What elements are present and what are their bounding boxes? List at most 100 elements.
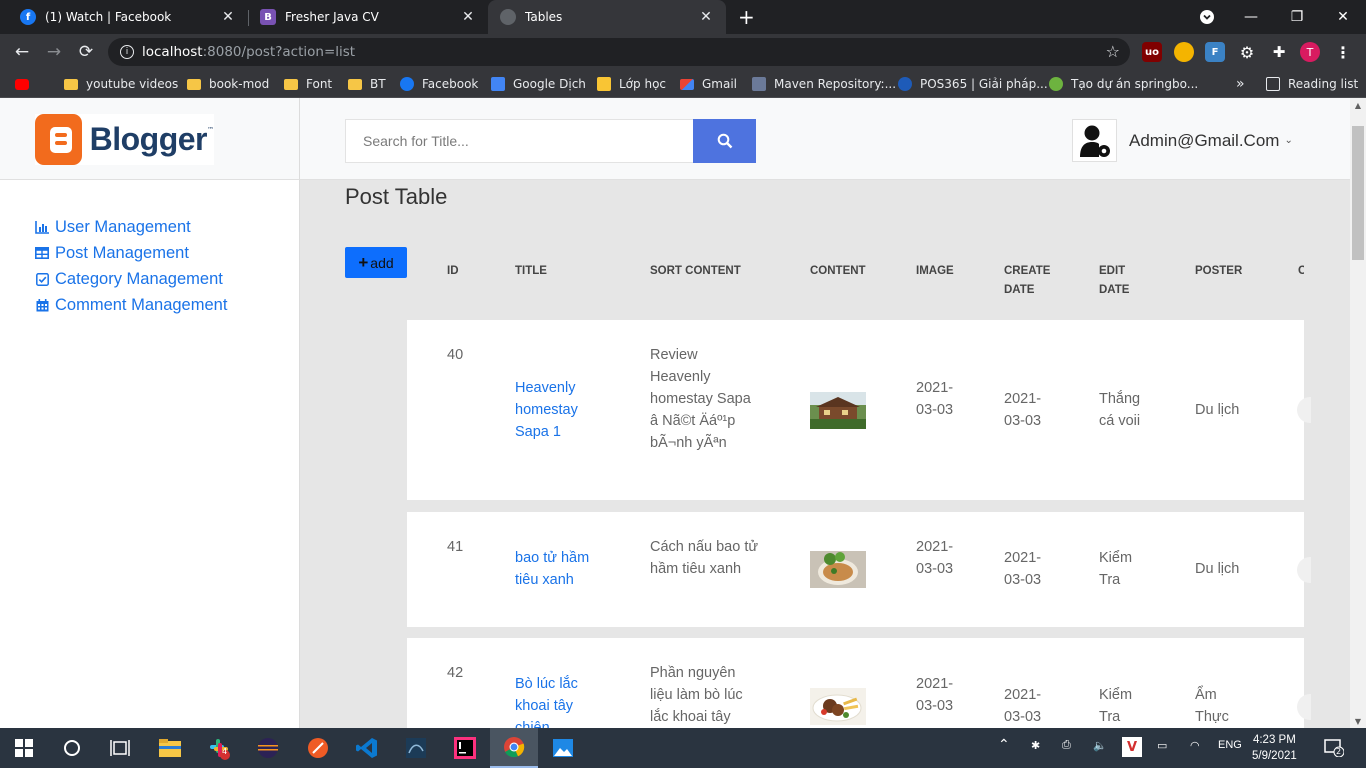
- homestay-thumbnail: [810, 392, 866, 429]
- cell-edit-date: 2021-03-03: [1004, 687, 1042, 725]
- windows-taskbar: 4 ⌃ ✱ ⎙ 🔈 V ▭ ◠ ENG 4:23 PM 5/9/2021 2: [0, 728, 1366, 768]
- volume-icon[interactable]: 🔈: [1093, 739, 1107, 752]
- back-button[interactable]: ←: [11, 41, 33, 63]
- bookmark-pos365[interactable]: POS365 | Giải pháp...: [898, 75, 1048, 93]
- meet-now-icon[interactable]: ⎙: [1062, 739, 1071, 752]
- bookmark-folder[interactable]: Font: [284, 75, 332, 93]
- new-tab-button[interactable]: +: [738, 5, 755, 29]
- wifi-icon[interactable]: ◠: [1190, 739, 1200, 752]
- sidebar-item-label: Category Management: [55, 269, 223, 288]
- address-bar[interactable]: i localhost:8080/post?action=list ☆: [108, 38, 1130, 66]
- intellij-icon[interactable]: [453, 736, 477, 760]
- bar-chart-icon: [35, 220, 49, 234]
- scroll-up-arrow-icon[interactable]: ▲: [1350, 98, 1366, 112]
- row-action-button[interactable]: [1297, 557, 1311, 583]
- language-indicator[interactable]: ENG: [1218, 739, 1242, 751]
- forward-button[interactable]: →: [43, 41, 65, 63]
- sidebar-item-category-management[interactable]: Category Management: [35, 266, 227, 292]
- bookmark-folder[interactable]: book-mod: [187, 75, 269, 93]
- search-icon: [717, 133, 732, 149]
- reload-button[interactable]: ⟳: [75, 41, 97, 63]
- vscode-icon[interactable]: [355, 736, 379, 760]
- ublock-icon[interactable]: uo: [1142, 42, 1162, 62]
- account-menu[interactable]: Admin@Gmail.Com ⌄: [1072, 119, 1293, 162]
- close-tab-icon[interactable]: ✕: [460, 9, 476, 25]
- slack-icon[interactable]: 4: [207, 736, 231, 760]
- notifications-icon[interactable]: 2: [1322, 736, 1346, 760]
- row-action-button[interactable]: [1297, 694, 1311, 720]
- profile-avatar[interactable]: T: [1300, 42, 1320, 62]
- bookmark-spring[interactable]: Tạo dự án springbo...: [1049, 75, 1198, 93]
- reading-list-button[interactable]: Reading list: [1266, 75, 1358, 93]
- postman-icon[interactable]: [306, 736, 330, 760]
- windows-start-icon[interactable]: [12, 736, 36, 760]
- tab-tables[interactable]: Tables ✕: [488, 0, 726, 34]
- bookmark-facebook[interactable]: Facebook: [400, 75, 478, 93]
- account-name: Admin@Gmail.Com: [1129, 130, 1280, 150]
- bookmark-google-translate[interactable]: Google Dịch: [491, 75, 586, 93]
- table-row: 42 Bò lúc lắc khoai tây chiên Phần nguyê…: [407, 638, 1311, 728]
- check-square-icon: [35, 272, 49, 286]
- sidebar-item-post-management[interactable]: Post Management: [35, 240, 227, 266]
- bookmark-folder[interactable]: youtube videos: [64, 75, 178, 93]
- tab-search-icon[interactable]: [1184, 0, 1230, 34]
- bookmark-gmail[interactable]: Gmail: [680, 75, 737, 93]
- bookmark-label: Tạo dự án springbo...: [1071, 77, 1199, 91]
- cell-id: 41: [447, 539, 464, 555]
- extensions-puzzle-icon[interactable]: ✚: [1269, 42, 1289, 62]
- beef-fries-thumbnail: [810, 688, 866, 725]
- page-scrollbar[interactable]: ▲ ▼: [1350, 98, 1366, 728]
- bookmark-youtube[interactable]: [15, 75, 37, 93]
- extension-color-icon[interactable]: [1174, 42, 1194, 62]
- scrollbar-thumb[interactable]: [1352, 126, 1364, 260]
- blogger-logo[interactable]: Blogger ™: [35, 114, 214, 165]
- bookmark-folder[interactable]: BT: [348, 75, 386, 93]
- bookmark-maven[interactable]: Maven Repository:...: [752, 75, 896, 93]
- settings-gear-icon[interactable]: ⚙: [1237, 42, 1257, 62]
- eclipse-icon[interactable]: [256, 736, 280, 760]
- slack-tray-icon[interactable]: ✱: [1031, 739, 1040, 752]
- cell-sort-content: Phần nguyên liệu làm bò lúc lắc khoai tâ…: [650, 665, 743, 725]
- minimize-button[interactable]: —: [1228, 0, 1274, 34]
- bookmark-label: book-mod: [209, 77, 270, 91]
- show-hidden-icons-icon[interactable]: ⌃: [998, 736, 1010, 753]
- battery-icon[interactable]: ▭: [1157, 739, 1167, 752]
- url-host: localhost: [142, 44, 203, 60]
- system-clock[interactable]: 4:23 PM 5/9/2021: [1252, 732, 1297, 764]
- cell-id: 42: [447, 665, 464, 681]
- search-button[interactable]: [693, 119, 756, 163]
- close-tab-icon[interactable]: ✕: [220, 9, 236, 25]
- chrome-taskbar-icon[interactable]: [490, 728, 538, 768]
- close-tab-icon[interactable]: ✕: [698, 9, 714, 25]
- browser-menu-icon[interactable]: ⋮: [1333, 42, 1353, 62]
- antivirus-tray-icon[interactable]: V: [1122, 737, 1142, 757]
- close-window-button[interactable]: ✕: [1320, 0, 1366, 34]
- photos-icon[interactable]: [551, 736, 575, 760]
- sidebar-item-user-management[interactable]: User Management: [35, 214, 227, 240]
- row-action-button[interactable]: [1297, 397, 1311, 423]
- more-bookmarks-button[interactable]: »: [1236, 75, 1245, 93]
- site-info-icon[interactable]: i: [120, 45, 134, 59]
- user-avatar[interactable]: [1072, 119, 1117, 162]
- sidebar-item-label: Comment Management: [55, 295, 228, 314]
- cell-title-link[interactable]: bao tử hầm tiêu xanh: [515, 547, 615, 591]
- tab-fresher-java-cv[interactable]: B Fresher Java CV ✕: [248, 0, 488, 34]
- column-header-title: TITLE: [515, 265, 547, 277]
- search-input[interactable]: Search for Title...: [345, 119, 693, 163]
- sidebar-item-comment-management[interactable]: Comment Management: [35, 292, 227, 318]
- cell-title-link[interactable]: Heavenly homestay Sapa 1: [515, 377, 603, 443]
- scroll-down-arrow-icon[interactable]: ▼: [1350, 714, 1366, 728]
- bookmark-classroom[interactable]: Lớp học: [597, 75, 666, 93]
- tab-title: Fresher Java CV: [285, 10, 379, 24]
- cortana-search-icon[interactable]: [60, 736, 84, 760]
- bookmark-star-icon[interactable]: ☆: [1106, 42, 1120, 61]
- extension-fi-icon[interactable]: F: [1205, 42, 1225, 62]
- tab-title: (1) Watch | Facebook: [45, 10, 172, 24]
- add-post-button[interactable]: + add: [345, 247, 407, 278]
- cell-title-link[interactable]: Bò lúc lắc khoai tây chiên: [515, 673, 605, 728]
- tab-facebook[interactable]: f (1) Watch | Facebook ✕: [8, 0, 248, 34]
- restore-button[interactable]: ❐: [1274, 0, 1320, 34]
- task-view-icon[interactable]: [108, 736, 132, 760]
- mysql-workbench-icon[interactable]: [404, 736, 428, 760]
- file-explorer-icon[interactable]: [158, 736, 182, 760]
